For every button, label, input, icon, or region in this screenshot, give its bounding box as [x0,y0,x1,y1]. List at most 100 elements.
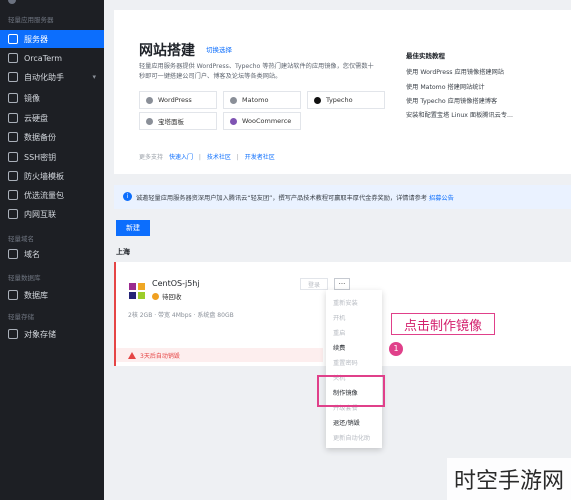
app-typecho[interactable]: Typecho [307,91,385,109]
sidebar: 轻量应用服务器 服务器 OrcaTerm 自动化助手 ▾ 镜像 云硬盘 数据备份… [0,0,104,500]
main-content: 网站搭建 切换选择 轻量应用服务器提供 WordPress、Typecho 等热… [104,0,571,500]
instance-name[interactable]: CentOS-j5hj [152,279,200,288]
more-actions-button[interactable]: ··· [334,278,350,290]
app-label: WooCommerce [242,117,292,125]
warning-text: 3天后自动销毁 [140,352,180,360]
info-icon: i [123,192,132,201]
sidebar-item-label: SSH密钥 [24,152,57,162]
sidebar-item-label: 云硬盘 [24,113,48,123]
app-label: Matomo [242,96,269,104]
site-builder-card: 网站搭建 切换选择 轻量应用服务器提供 WordPress、Typecho 等热… [114,10,571,174]
sidebar-item-database[interactable]: 数据库 [0,286,104,304]
highlight-box [317,375,385,407]
status-badge: 待回收 [152,291,182,301]
sidebar-item-backup[interactable]: 数据备份 [0,128,104,146]
step-badge: 1 [389,342,403,356]
app-woocommerce[interactable]: WooCommerce [223,112,301,130]
new-instance-button[interactable]: 新建 [116,220,150,236]
recruit-notice-link[interactable]: 招募公告 [429,193,454,202]
sidebar-top-edge [0,0,104,10]
sidebar-item-images[interactable]: 镜像 [0,89,104,107]
login-button[interactable]: 登录 [300,278,328,290]
sidebar-item-label: 镜像 [24,93,40,103]
server-icon [8,34,18,44]
switch-link[interactable]: 切换选择 [206,44,232,54]
wordpress-icon [146,96,153,104]
tutorial-link[interactable]: 使用 Typecho 应用镜像搭建博客 [406,96,497,105]
instance-spec: 2核 2GB · 带宽 4Mbps · 系统盘 80GB [128,312,234,319]
sidebar-item-domain[interactable]: 域名 [0,245,104,263]
sidebar-item-ssh-keys[interactable]: SSH密钥 [0,148,104,166]
robot-icon [8,72,18,82]
tech-community-link[interactable]: 技术社区 [207,154,231,161]
matomo-icon [230,96,237,104]
menu-item-update-assistant[interactable]: 更新自动化助 [333,433,370,442]
menu-item-restart[interactable]: 重启 [333,328,345,337]
app-label: 宝塔面板 [158,118,184,126]
centos-icon [129,283,145,299]
app-wordpress[interactable]: WordPress [139,91,217,109]
more-support-label: 更多支持 [139,154,164,161]
menu-item-start[interactable]: 开机 [333,313,345,322]
pending-icon [152,292,159,300]
menu-item-refund-destroy[interactable]: 退还/销毁 [333,418,360,427]
sidebar-item-firewall[interactable]: 防火墙模板 [0,167,104,185]
tutorial-link[interactable]: 使用 WordPress 应用镜像搭建网站 [406,67,504,76]
menu-item-reinstall[interactable]: 重新安装 [333,298,358,307]
actions-menu: 重新安装 开机 重启 续费 重置密码 关机 制作镜像 升级套餐 退还/销毁 更新… [326,290,382,448]
sidebar-item-servers[interactable]: 服务器 [0,30,104,48]
sidebar-group-database: 轻量数据库 [8,274,41,282]
sidebar-item-label: 内网互联 [24,209,56,219]
typecho-icon [314,96,321,104]
sidebar-item-label: 对象存储 [24,329,56,339]
tutorial-link[interactable]: 安装和配置宝塔 Linux 面板腾讯云专... [406,110,513,119]
menu-item-renew[interactable]: 续费 [333,343,345,352]
sidebar-item-traffic[interactable]: 优选流量包 [0,186,104,204]
site-description: 轻量应用服务器提供 WordPress、Typecho 等热门建站软件的应用镜像… [139,63,374,80]
chevron-down-icon: ▾ [92,73,96,81]
sidebar-item-intranet[interactable]: 内网互联 [0,205,104,223]
destroy-warning: 3天后自动销毁 [116,348,323,362]
dev-community-link[interactable]: 开发者社区 [245,154,275,161]
network-icon [8,209,18,219]
status-text: 待回收 [162,293,182,301]
baota-icon [146,117,153,125]
annotation-callout: 点击制作镜像 [391,313,495,335]
tutorials-title: 最佳实践教程 [406,52,445,60]
menu-item-reset-password[interactable]: 重置密码 [333,358,358,367]
sidebar-group-domain: 轻量域名 [8,235,34,243]
sidebar-item-cloud-disk[interactable]: 云硬盘 [0,109,104,127]
notice-text: 诚邀轻量应用服务器资深用户加入腾讯云“轻友团”，撰写产品技术教程可赢取丰厚代金券… [136,194,428,202]
warning-icon [128,351,136,359]
image-icon [8,93,18,103]
sidebar-item-orcaterm[interactable]: OrcaTerm [0,49,104,67]
storage-icon [8,329,18,339]
woocommerce-icon [230,117,237,125]
app-label: Typecho [326,96,353,104]
region-label: 上海 [116,248,130,256]
logo-icon [8,0,16,4]
page-title: 网站搭建 [139,43,195,59]
quick-start-link[interactable]: 快速入门 [169,154,193,161]
sidebar-item-label: 域名 [24,249,40,259]
app-baota[interactable]: 宝塔面板 [139,112,217,130]
database-icon [8,290,18,300]
firewall-icon [8,171,18,181]
watermark: 时空手游网 [447,458,571,500]
sidebar-item-label: 数据备份 [24,132,56,142]
sidebar-item-label: 数据库 [24,290,48,300]
terminal-icon [8,53,18,63]
sidebar-item-label: OrcaTerm [24,53,63,63]
app-matomo[interactable]: Matomo [223,91,301,109]
notice-banner: i 诚邀轻量应用服务器资深用户加入腾讯云“轻友团”，撰写产品技术教程可赢取丰厚代… [114,185,571,209]
more-support-row: 更多支持 快速入门 | 技术社区 | 开发者社区 [139,154,275,161]
sidebar-item-label: 自动化助手 [24,72,64,82]
sidebar-group-servers: 轻量应用服务器 [8,16,54,24]
sidebar-item-object-storage[interactable]: 对象存储 [0,325,104,343]
key-icon [8,152,18,162]
tutorial-link[interactable]: 使用 Matomo 搭建网站统计 [406,82,485,91]
app-label: WordPress [158,96,192,104]
sidebar-group-storage: 轻量存储 [8,313,34,321]
sidebar-item-label: 服务器 [24,34,48,44]
sidebar-item-automation[interactable]: 自动化助手 ▾ [0,68,104,86]
